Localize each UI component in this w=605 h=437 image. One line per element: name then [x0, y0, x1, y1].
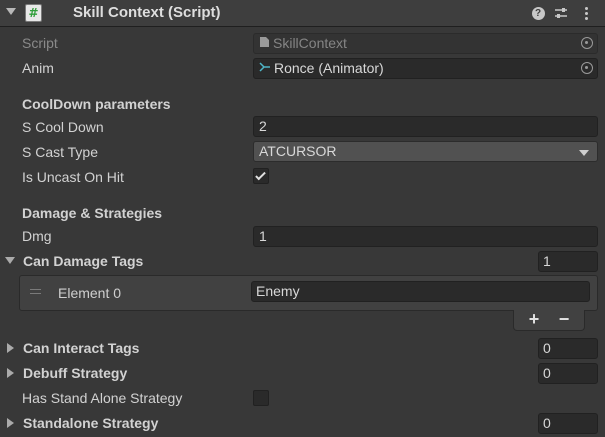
expand-arrow-icon[interactable] — [5, 257, 15, 264]
script-value: SkillContext — [273, 35, 347, 51]
can-interact-tags-label[interactable]: Can Interact Tags — [23, 340, 139, 356]
can-interact-tags-count[interactable]: 0 — [538, 338, 598, 359]
cast-type-dropdown[interactable]: ATCURSOR — [253, 141, 598, 162]
dmg-input[interactable]: 1 — [253, 226, 598, 247]
drag-handle-icon[interactable] — [30, 289, 41, 290]
cooldown-section-header: CoolDown parameters — [22, 96, 171, 112]
uncast-on-hit-label: Is Uncast On Hit — [22, 169, 124, 185]
fold-arrow-icon[interactable] — [6, 8, 16, 15]
csharp-script-icon: # — [25, 4, 42, 22]
anim-value: Ronce (Animator) — [274, 60, 384, 76]
animator-icon — [259, 59, 271, 78]
has-standalone-checkbox[interactable] — [253, 390, 269, 406]
list-footer: + − — [513, 310, 585, 331]
cooldown-input[interactable]: 2 — [253, 116, 598, 137]
remove-element-button[interactable]: − — [553, 310, 575, 330]
dmg-label: Dmg — [22, 228, 52, 244]
element-0-label: Element 0 — [58, 285, 122, 301]
foldout-arrow-icon[interactable] — [7, 418, 14, 428]
standalone-strategy-label[interactable]: Standalone Strategy — [23, 415, 158, 431]
damage-section-header: Damage & Strategies — [22, 205, 163, 221]
chevron-down-icon — [579, 150, 589, 156]
foldout-arrow-icon[interactable] — [7, 343, 14, 353]
cast-type-value: ATCURSOR — [259, 143, 337, 159]
can-damage-tags-label[interactable]: Can Damage Tags — [23, 253, 143, 269]
cooldown-label: S Cool Down — [22, 119, 104, 135]
script-file-icon — [259, 34, 270, 53]
can-damage-tags-count[interactable]: 1 — [538, 251, 598, 272]
cast-type-label: S Cast Type — [22, 144, 99, 160]
debuff-strategy-count[interactable]: 0 — [538, 363, 598, 384]
anim-label: Anim — [22, 60, 54, 76]
debuff-strategy-label[interactable]: Debuff Strategy — [23, 365, 127, 381]
script-label: Script — [22, 35, 58, 51]
uncast-on-hit-checkbox[interactable] — [253, 168, 269, 184]
help-icon[interactable]: ? — [530, 5, 546, 21]
object-picker-icon — [581, 37, 593, 49]
object-picker-icon[interactable] — [581, 62, 593, 74]
checkmark-icon — [255, 169, 266, 181]
script-field: SkillContext — [253, 33, 598, 54]
standalone-strategy-count[interactable]: 0 — [538, 413, 598, 434]
add-element-button[interactable]: + — [523, 310, 545, 330]
has-standalone-label: Has Stand Alone Strategy — [22, 390, 183, 406]
can-damage-tags-list: Element 0 Enemy — [19, 275, 598, 311]
element-0-input[interactable]: Enemy — [251, 281, 590, 302]
anim-field[interactable]: Ronce (Animator) — [253, 58, 598, 79]
presets-icon[interactable] — [553, 5, 569, 21]
component-header[interactable]: # Skill Context (Script) ? — [0, 0, 605, 27]
foldout-arrow-icon[interactable] — [7, 368, 14, 378]
context-menu-icon[interactable] — [578, 5, 594, 21]
component-title: Skill Context (Script) — [73, 4, 221, 21]
